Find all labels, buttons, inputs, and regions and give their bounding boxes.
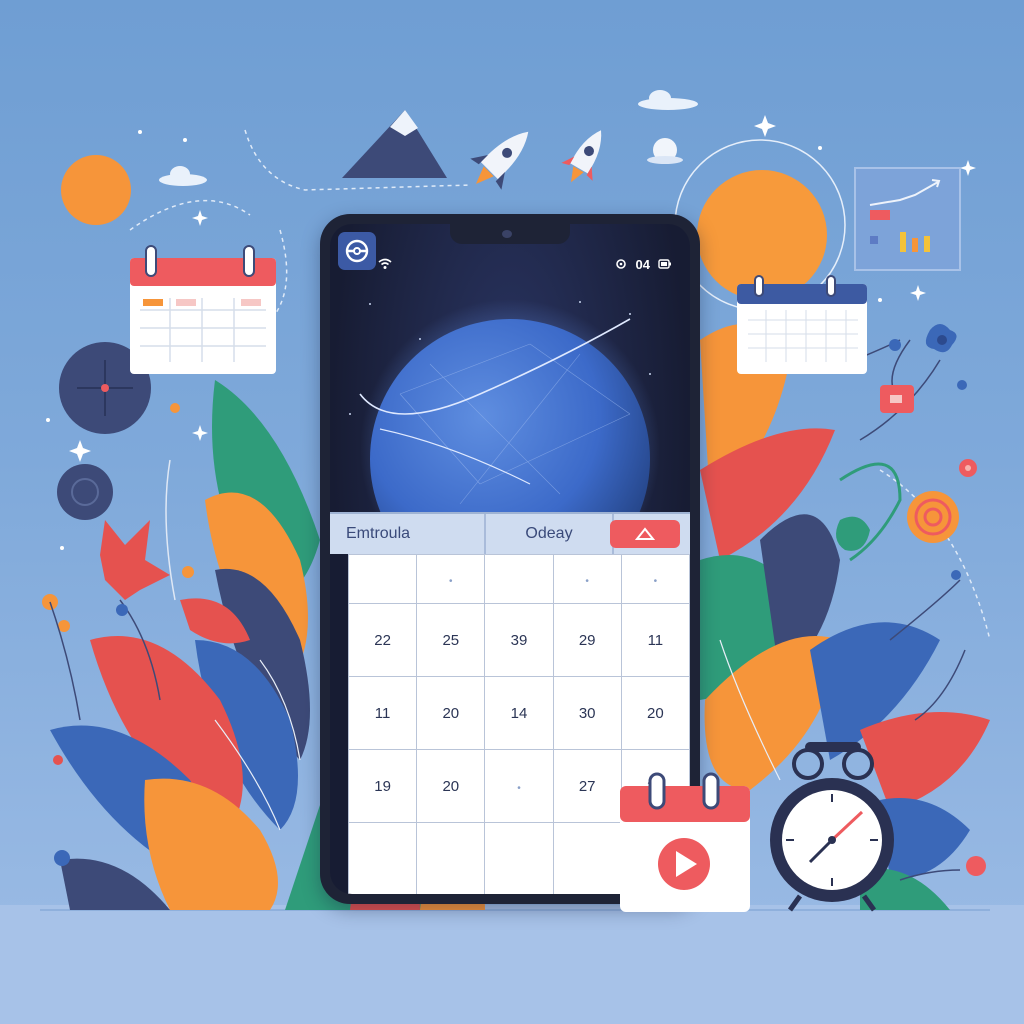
wall-chart bbox=[854, 167, 961, 271]
calendar-cell[interactable] bbox=[552, 822, 622, 894]
sun-right bbox=[697, 170, 827, 300]
dashed-path-left bbox=[129, 199, 251, 231]
location-icon bbox=[615, 259, 626, 269]
tab-month[interactable]: Emtroula bbox=[330, 514, 486, 554]
status-indicator: 04 bbox=[635, 256, 650, 272]
tab-month-label: Emtroula bbox=[346, 525, 411, 542]
calendar-week-row: 22 25 39 29 11 bbox=[347, 603, 690, 677]
calendar-table: • • • 22 25 39 29 11 11 20 14 30 20 19 2… bbox=[347, 554, 690, 894]
calendar-cell[interactable]: 22 bbox=[347, 603, 418, 677]
foliage-right bbox=[700, 324, 990, 910]
calendar-app-button[interactable] bbox=[338, 232, 376, 270]
calendar-week-row: • • • bbox=[347, 554, 690, 604]
calendar-cell[interactable]: 14 bbox=[484, 676, 554, 750]
sun-left bbox=[61, 155, 131, 225]
battery-icon bbox=[658, 259, 671, 269]
calendar-week-row: 11 20 14 30 20 bbox=[347, 676, 690, 750]
calendar-cell[interactable]: • bbox=[552, 554, 622, 604]
calendar-cell[interactable]: 20 bbox=[416, 749, 486, 823]
calendar-cell[interactable]: 29 bbox=[552, 603, 622, 677]
calendar-cell[interactable]: 20 bbox=[620, 676, 690, 750]
phone-screen: 206 04 bbox=[330, 224, 690, 894]
calendar-cell[interactable] bbox=[347, 554, 418, 604]
planet-illustration bbox=[349, 299, 660, 514]
calendar-cell[interactable]: 39 bbox=[484, 603, 554, 677]
calendar-cell[interactable]: 25 bbox=[416, 603, 486, 677]
dashed-path-top bbox=[244, 129, 471, 191]
calendar-cell[interactable]: 11 bbox=[347, 676, 418, 750]
calendar-cell[interactable] bbox=[484, 822, 554, 894]
calendar-cell[interactable] bbox=[416, 822, 486, 894]
cloud-top-right bbox=[638, 90, 698, 110]
smartphone: 206 04 bbox=[320, 214, 700, 904]
illustration-canvas: 206 04 bbox=[0, 0, 1024, 1024]
calendar-cell[interactable]: 27 bbox=[552, 749, 622, 823]
mountain-icon bbox=[342, 110, 447, 178]
calendar-week-row: 19 20 • 27 27 bbox=[347, 749, 690, 823]
calendar-cell[interactable] bbox=[347, 822, 418, 894]
front-camera-icon bbox=[502, 230, 512, 238]
calendar-cell[interactable]: • bbox=[620, 554, 690, 604]
steering-wheel-icon bbox=[345, 239, 369, 263]
dashed-path-left2 bbox=[259, 229, 288, 331]
calendar-cell[interactable]: 27 bbox=[620, 749, 690, 823]
chevron-up-icon bbox=[635, 527, 655, 540]
tab-today[interactable]: Odeay bbox=[486, 514, 614, 554]
reminder-play-button[interactable] bbox=[658, 838, 710, 890]
phone-notch bbox=[450, 224, 570, 244]
calendar-grid: • • • 22 25 39 29 11 11 20 14 30 20 19 2… bbox=[347, 554, 690, 894]
wifi-icon bbox=[378, 258, 392, 269]
calendar-cell[interactable] bbox=[484, 554, 554, 604]
calendar-cell[interactable]: • bbox=[484, 749, 554, 823]
badge-icon-left bbox=[57, 464, 113, 520]
tab-today-label: Odeay bbox=[525, 525, 573, 542]
calendar-cell[interactable]: • bbox=[416, 554, 486, 604]
floor bbox=[0, 905, 1024, 1024]
calendar-cell[interactable]: 30 bbox=[552, 676, 622, 750]
calendar-cell[interactable]: 19 bbox=[347, 749, 418, 823]
cloud-left bbox=[159, 166, 207, 186]
status-bar: 206 04 bbox=[348, 254, 672, 274]
rocket-icon-right bbox=[561, 130, 602, 183]
moon-cloud bbox=[647, 156, 683, 164]
calendar-action-button[interactable] bbox=[610, 520, 680, 548]
calendar-cell[interactable]: 11 bbox=[620, 603, 690, 677]
calendar-week-row bbox=[347, 822, 690, 894]
calendar-cell[interactable]: 20 bbox=[416, 676, 486, 750]
rocket-icon-left bbox=[470, 131, 529, 190]
calendar-header: Emtroula Odeay bbox=[330, 512, 690, 554]
compass-icon bbox=[59, 342, 151, 434]
